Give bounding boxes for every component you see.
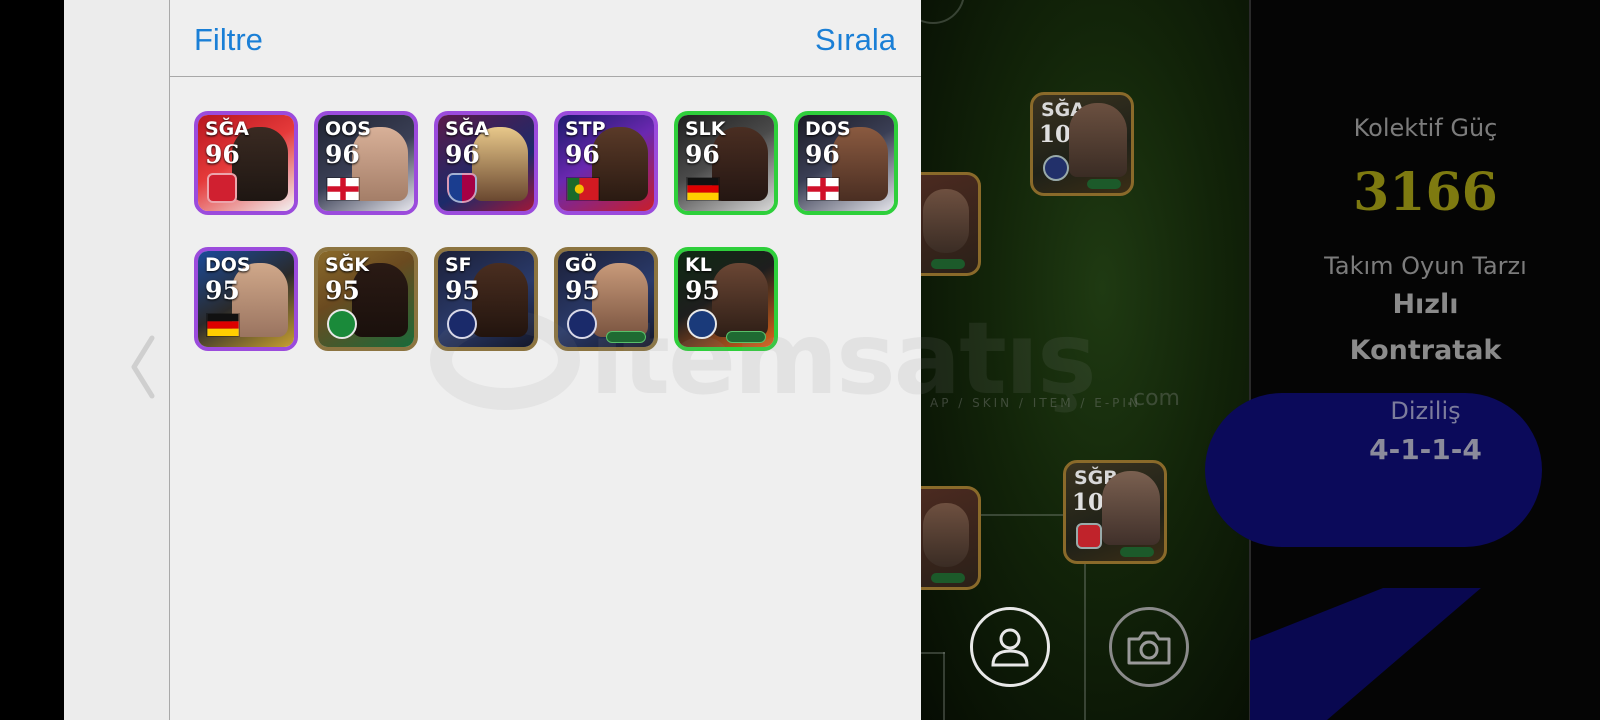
reserve-player-card[interactable]: SF 95 [434,247,538,351]
player-position: OOS [325,118,371,140]
play-style-label: Takım Oyun Tarzı [1324,252,1527,280]
camera-icon [1127,631,1171,665]
reserve-player-card[interactable]: SĞA 96 [434,111,538,215]
player-portrait [923,503,969,567]
player-position: DOS [205,254,251,276]
skill-chip [931,259,965,269]
field-player-card-partial[interactable] [921,486,981,590]
reserves-panel: Filtre Sırala SĞA 96 OOS 96 SĞA 96 STP 9… [170,0,921,720]
player-portrait [592,263,648,337]
reserve-player-card[interactable]: KL 95 [674,247,778,351]
england-flag-icon [326,177,360,201]
reserve-player-card[interactable]: STP 96 [554,111,658,215]
reserve-player-card[interactable]: SĞK 95 [314,247,418,351]
camera-button[interactable] [1109,607,1189,687]
profile-icon [991,628,1029,667]
back-chevron-icon[interactable] [128,334,158,400]
reserve-player-card[interactable]: SLK 96 [674,111,778,215]
skill-chip [726,331,766,343]
celtic-crest-icon [327,309,357,339]
arsenal-crest-icon [1076,523,1102,549]
club-crest-icon [687,309,717,339]
reserve-player-card[interactable]: SĞA 96 [194,111,298,215]
skill-chip [606,331,646,343]
formation-label: Diziliş [1390,397,1461,425]
player-portrait [1102,471,1160,545]
player-rating: 96 [205,140,240,169]
barcelona-crest-icon [447,173,477,203]
psg-crest-icon [567,309,597,339]
player-portrait [472,263,528,337]
england-flag-icon [806,177,840,201]
profile-button[interactable] [970,607,1050,687]
player-portrait [923,189,969,253]
game-screen: SĞA 102 SĞB 102 Kolektif Güç 3166 Takım … [0,0,1600,720]
player-position: SLK [685,118,726,140]
field-player-card[interactable]: SĞB 102 [1063,460,1167,564]
reserve-player-card[interactable]: OOS 96 [314,111,418,215]
player-rating: 96 [565,140,600,169]
player-rating: 96 [325,140,360,169]
germany-flag-icon [206,313,240,337]
player-rating: 95 [565,276,600,305]
germany-flag-icon [686,177,720,201]
player-rating: 95 [445,276,480,305]
collective-power-value: 3166 [1353,162,1498,223]
player-rating: 95 [205,276,240,305]
skill-chip [931,573,965,583]
player-position: SĞA [205,118,249,140]
player-position: SĞK [325,254,370,276]
collective-power-label: Kolektif Güç [1353,114,1498,142]
player-portrait [712,263,768,337]
player-rating: 95 [685,276,720,305]
sort-button[interactable]: Sırala [815,22,896,58]
field-player-card-partial[interactable] [921,172,981,276]
player-position: GÖ [565,254,597,276]
play-style-line2: Kontratak [1349,335,1502,366]
formation-box[interactable]: Diziliş 4-1-1-4 [1205,393,1542,547]
portugal-flag-icon [566,177,600,201]
arsenal-crest-icon [207,173,237,203]
player-position: SĞA [445,118,489,140]
panel-header: Filtre Sırala [170,0,921,77]
reserve-player-card[interactable]: GÖ 95 [554,247,658,351]
psg-crest-icon [447,309,477,339]
player-rating: 96 [685,140,720,169]
player-position: DOS [805,118,851,140]
inter-crest-icon [1043,155,1069,181]
player-rating: 96 [805,140,840,169]
skill-chip [1087,179,1121,189]
player-rating: 96 [445,140,480,169]
formation-value: 4-1-1-4 [1369,433,1482,466]
play-style-line1: Hızlı [1392,289,1459,320]
reserve-player-card[interactable]: DOS 96 [794,111,898,215]
player-position: SF [445,254,472,276]
filter-button[interactable]: Filtre [194,22,263,58]
skill-chip [1120,547,1154,557]
player-position: KL [685,254,712,276]
field-player-card[interactable]: SĞA 102 [1030,92,1134,196]
player-position: STP [565,118,606,140]
reserve-player-card[interactable]: DOS 95 [194,247,298,351]
player-portrait [1069,103,1127,177]
player-rating: 95 [325,276,360,305]
